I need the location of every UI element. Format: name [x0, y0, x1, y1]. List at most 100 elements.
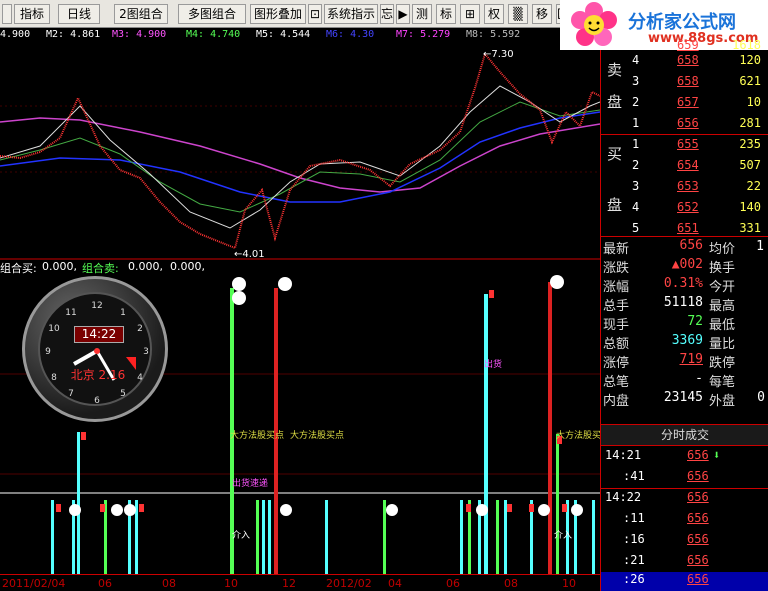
quote-value: ▲002: [671, 257, 703, 272]
price: 655: [677, 137, 699, 151]
buy-row[interactable]: 盘 4 652 140: [601, 196, 768, 221]
ma6-value: M6: 4.30: [326, 29, 375, 40]
indicator-header: 组合买: 0.000, 组合卖: 0.000, 0.000,: [0, 260, 600, 275]
ma8-value: M8: 5.592: [466, 29, 521, 40]
forget-button[interactable]: 忘: [380, 4, 394, 24]
two-chart-combo-button[interactable]: 2图组合: [114, 4, 168, 24]
signal-label-2: 大方法股买点: [290, 429, 344, 441]
pattern-icon[interactable]: ▒: [508, 4, 528, 24]
quote-label: 最低: [709, 318, 736, 333]
tick-time: 14:21: [605, 448, 642, 462]
ma-line-green: [0, 101, 600, 213]
date-label: 2012/02: [326, 577, 372, 590]
volume: 281: [739, 116, 761, 130]
quote-label: 今开: [709, 280, 736, 295]
tick-row[interactable]: :41 656: [601, 469, 768, 490]
tick-row[interactable]: 14:22 656: [601, 490, 768, 511]
tick-row[interactable]: :11 656: [601, 511, 768, 532]
quote-row-trades: 总笔 - 每笔: [601, 371, 768, 390]
move-button[interactable]: 移: [532, 4, 552, 24]
ticks-header[interactable]: 分时成交: [601, 424, 768, 446]
date-label: 2011/02/04: [2, 577, 66, 590]
tick-time: :41: [623, 469, 645, 483]
sell-row[interactable]: 盘 2 657 10: [601, 93, 768, 116]
price: 651: [677, 221, 699, 235]
quote-panel: 5 659 1618 卖 4 658 120 3 658 621 盘 2 657…: [600, 38, 768, 591]
toolbar: 指标 日线 2图组合 多图组合 图形叠加 ⊡ 系统指示 忘 ▶ 测 标 ⊞ 权 …: [0, 0, 600, 28]
clock-widget: 12 3 69 12 45 78 10 11 14:22 北京 2.16: [22, 276, 168, 422]
svg-text:9: 9: [45, 347, 51, 357]
quote-label: 涨跌: [603, 261, 630, 276]
quote-row-current: 现手 72 最低: [601, 314, 768, 333]
signal-label-3: 出货: [484, 358, 502, 370]
play-icon[interactable]: ▶: [396, 4, 410, 24]
quote-label: 内盘: [603, 394, 630, 409]
buy-row[interactable]: 2 654 507: [601, 158, 768, 179]
price: 658: [677, 74, 699, 88]
quote-value: 3369: [671, 333, 703, 348]
svg-text:5: 5: [120, 389, 126, 399]
quote-label: 跌停: [709, 356, 736, 371]
grid-icon[interactable]: ⊞: [460, 4, 480, 24]
quote-value: 0.31%: [663, 276, 703, 291]
quote-label: 总笔: [603, 375, 630, 390]
tick-row-selected[interactable]: :26 656: [601, 572, 768, 591]
quote-label: 量比: [709, 337, 736, 352]
quote-label: 涨幅: [603, 280, 630, 295]
svg-text:1: 1: [120, 308, 126, 318]
quote-label: 均价: [709, 242, 736, 257]
daily-period-button[interactable]: 日线: [58, 4, 100, 24]
lock-icon[interactable]: ⊡: [308, 4, 322, 24]
svg-text:6: 6: [94, 396, 100, 406]
volume: 331: [739, 221, 761, 235]
moving-average-values: 4.900 M2: 4.861 M3: 4.900 M4: 4.740 M5: …: [0, 28, 600, 42]
date-label: 10: [562, 577, 576, 590]
ma5-value: M5: 4.544: [256, 29, 311, 40]
level: 5: [632, 38, 640, 52]
measure-button[interactable]: 测: [412, 4, 432, 24]
tick-time: :21: [623, 553, 645, 567]
tick-row[interactable]: :21 656: [601, 553, 768, 574]
quote-row-latest: 最新 656 均价: [601, 238, 768, 257]
signal-label-1: 大方法股买点: [230, 429, 284, 441]
price: 656: [677, 116, 699, 130]
quote-value: 719: [679, 352, 703, 367]
quote-label: 现手: [603, 318, 630, 333]
quote-label: 总额: [603, 337, 630, 352]
tick-time: :26: [623, 572, 645, 586]
svg-text:2: 2: [137, 324, 143, 334]
quote-row-amount: 总额 3369 量比: [601, 333, 768, 352]
toolbar-handle[interactable]: [2, 4, 12, 24]
down-arrow-icon: ⬇: [713, 448, 721, 462]
candlestick-chart[interactable]: ←7.30 ←4.01: [0, 42, 600, 260]
high-price-label: ←7.30: [483, 49, 514, 60]
sell-row[interactable]: 卖 4 658 120: [601, 53, 768, 79]
combo-buy-value: 0.000,: [42, 260, 77, 273]
date-label: 04: [388, 577, 402, 590]
quote-label: 涨停: [603, 356, 630, 371]
ma1-value: 4.900: [0, 29, 31, 40]
multi-chart-combo-button[interactable]: 多图组合: [178, 4, 246, 24]
quote-value: 51118: [663, 295, 703, 310]
system-indicator-button[interactable]: 系统指示: [324, 4, 378, 24]
svg-text:3: 3: [143, 347, 149, 357]
signal-label-6: 介入: [232, 530, 250, 541]
mark-button[interactable]: 标: [436, 4, 456, 24]
date-label: 08: [162, 577, 176, 590]
date-label: 06: [446, 577, 460, 590]
price: 658: [677, 53, 699, 67]
buy-row[interactable]: 买 1 655 235: [601, 137, 768, 163]
overlay-button[interactable]: 图形叠加: [250, 4, 306, 24]
price: 659: [677, 38, 699, 52]
volume: 507: [739, 158, 761, 172]
indicator-button[interactable]: 指标: [14, 4, 50, 24]
ma7-value: M7: 5.279: [396, 29, 451, 40]
level: 3: [632, 179, 640, 193]
tick-row[interactable]: 14:21 656 ⬇: [601, 448, 768, 469]
tick-time: :11: [623, 511, 645, 525]
quote-label: 换手: [709, 261, 736, 276]
tick-row[interactable]: :16 656: [601, 532, 768, 553]
rights-button[interactable]: 权: [484, 4, 504, 24]
clock-face: 12 3 69 12 45 78 10 11 14:22 北京 2.16: [38, 292, 152, 406]
quote-row-change: 涨跌 ▲002 换手: [601, 257, 768, 276]
